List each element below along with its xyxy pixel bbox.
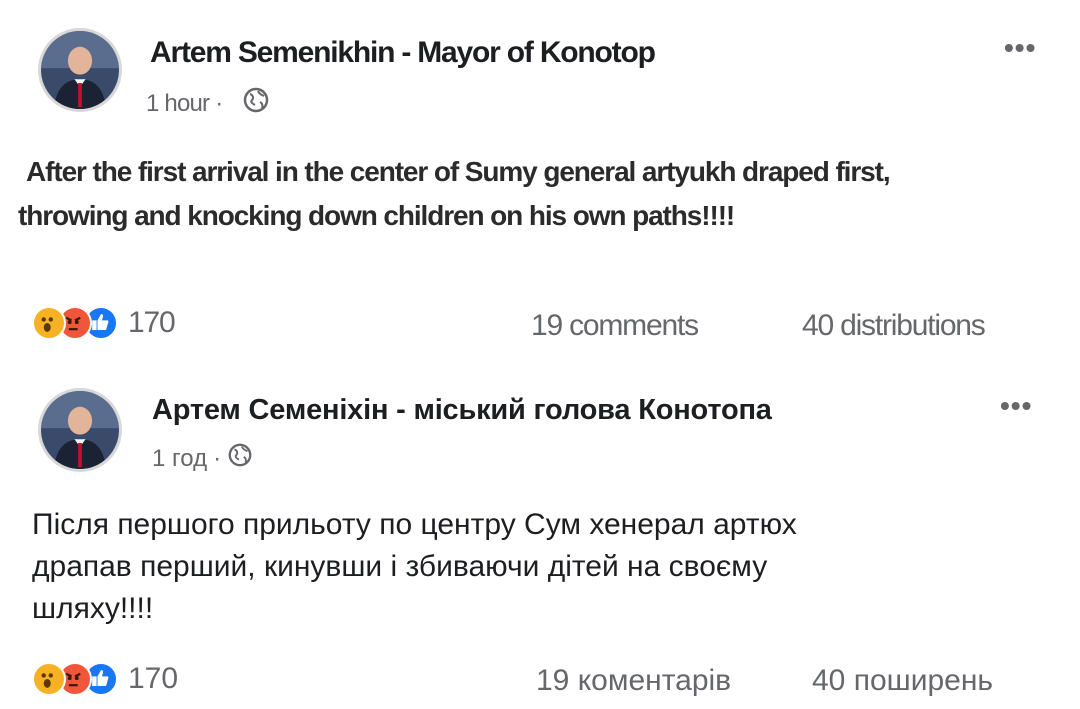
post-meta: 1 hour · [146, 86, 270, 121]
reaction-count: 170 [128, 306, 176, 339]
wow-icon [32, 662, 66, 696]
post-text-line: шляху!!!! [32, 592, 154, 625]
comments-count[interactable]: 19 коментарів [536, 664, 731, 698]
avatar[interactable] [38, 388, 122, 472]
post-author[interactable]: Artem Semenikhin - Mayor of Konotop [150, 36, 656, 70]
post-time[interactable]: 1 год [152, 445, 207, 473]
post-time[interactable]: 1 hour [146, 90, 210, 118]
globe-icon [227, 442, 253, 475]
meta-separator: · [215, 89, 223, 117]
post-text-line: Після першого прильоту по центру Сум хен… [32, 508, 797, 541]
reactions-summary[interactable]: 170 [32, 306, 176, 340]
comments-count[interactable]: 19 comments [531, 309, 699, 343]
reactions-summary[interactable]: 170 [32, 662, 178, 696]
post-text: Після першого прильоту по центру Сум хен… [32, 504, 1062, 630]
meta-separator: · [213, 444, 222, 472]
post-english: Artem Semenikhin - Mayor of Konotop 1 ho… [0, 0, 1080, 360]
more-options-icon[interactable]: ••• [1004, 34, 1036, 62]
post-meta: 1 год · [152, 442, 253, 475]
reaction-count: 170 [128, 662, 179, 695]
shares-count[interactable]: 40 поширень [812, 664, 993, 698]
wow-icon [32, 306, 66, 340]
avatar[interactable] [38, 28, 122, 112]
more-options-icon[interactable]: ••• [1000, 392, 1032, 420]
shares-count[interactable]: 40 distributions [802, 309, 986, 343]
post-text-line: драпав перший, кинувши і збиваючи дітей … [32, 550, 768, 583]
post-text-line: throwing and knocking down children on h… [18, 200, 735, 231]
post-text-line: After the first arrival in the center of… [26, 156, 891, 187]
post-ukrainian: Артем Семеніхін - міський голова Конотоп… [0, 360, 1080, 709]
globe-icon [242, 86, 270, 121]
post-text: After the first arrival in the center of… [18, 150, 1066, 238]
post-author[interactable]: Артем Семеніхін - міський голова Конотоп… [152, 394, 772, 427]
